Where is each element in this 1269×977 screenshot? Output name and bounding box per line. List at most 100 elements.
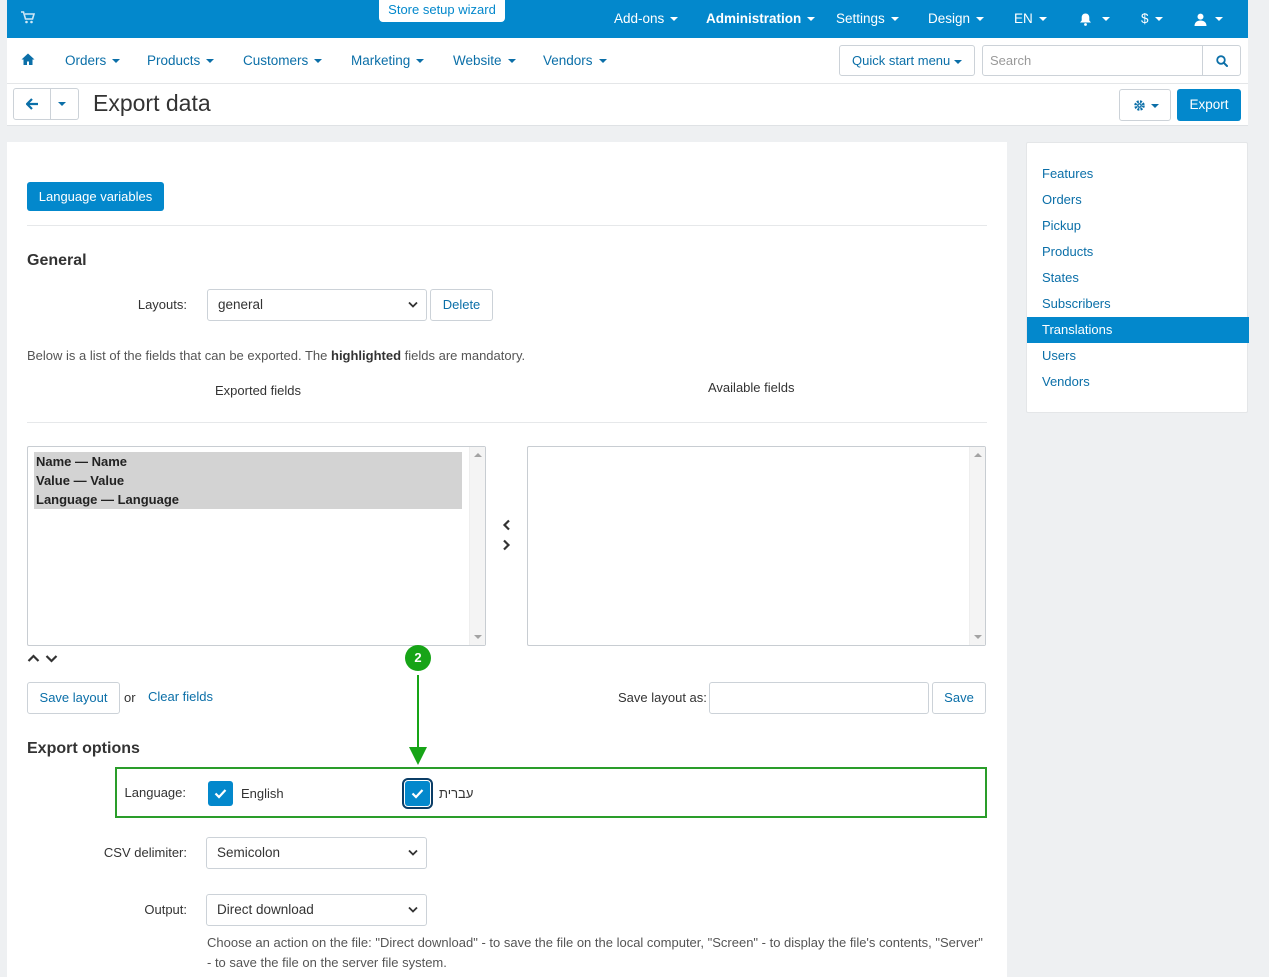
user-menu[interactable]: [1194, 0, 1223, 38]
store-setup-wizard-button[interactable]: Store setup wizard: [379, 0, 505, 22]
chevron-down-icon: [890, 17, 899, 22]
back-dropdown-button[interactable]: [51, 88, 79, 120]
currency-menu[interactable]: $: [1141, 0, 1163, 38]
chevron-down-icon: [1215, 17, 1223, 22]
sidebar-item-translations[interactable]: Translations: [1027, 317, 1249, 343]
language-label: Language:: [124, 785, 186, 800]
available-fields-header: Available fields: [708, 380, 795, 395]
export-options-title: Export options: [27, 740, 140, 757]
chevron-down-icon: [1151, 104, 1159, 108]
layouts-select[interactable]: general: [207, 289, 427, 321]
sidebar-item-pickup[interactable]: Pickup: [1027, 213, 1249, 239]
available-fields-list[interactable]: [527, 446, 986, 646]
list-item[interactable]: Value — Value: [34, 471, 462, 490]
nav-customers[interactable]: Customers: [243, 38, 323, 84]
language-options-highlight: Language: English עברית: [115, 767, 987, 818]
nav-products-label: Products: [147, 53, 201, 68]
addons-menu[interactable]: Add-ons: [614, 0, 679, 38]
list-item[interactable]: Name — Name: [34, 452, 462, 471]
clear-fields-link[interactable]: Clear fields: [148, 689, 213, 704]
quick-start-menu-label: Quick start menu: [852, 53, 951, 68]
scroll-up-icon: [974, 453, 982, 457]
sidebar-item-vendors[interactable]: Vendors: [1027, 369, 1249, 395]
chevron-down-icon: [58, 102, 66, 106]
chevron-down-icon: [954, 59, 963, 64]
export-sections-sidebar: Features Orders Pickup Products States S…: [1026, 142, 1249, 413]
nav-orders-label: Orders: [65, 53, 107, 68]
language-menu-label: EN: [1014, 11, 1033, 26]
sidebar-item-features[interactable]: Features: [1027, 161, 1249, 187]
main-nav: Orders Products Customers Marketing Webs…: [7, 38, 1248, 84]
title-bar: Export data Export: [7, 84, 1248, 126]
layouts-select-value: general: [218, 297, 264, 312]
move-right-icon[interactable]: [502, 539, 511, 554]
home-icon[interactable]: [21, 53, 35, 68]
annotation-arrow-line: [417, 675, 419, 751]
back-button[interactable]: [13, 88, 51, 120]
nav-orders[interactable]: Orders: [65, 38, 121, 84]
general-section-title: General: [27, 252, 87, 269]
settings-menu[interactable]: Settings: [836, 0, 899, 38]
nav-products[interactable]: Products: [147, 38, 215, 84]
notifications-menu[interactable]: [1079, 0, 1110, 38]
sidebar-item-subscribers[interactable]: Subscribers: [1027, 291, 1249, 317]
sidebar-item-orders[interactable]: Orders: [1027, 187, 1249, 213]
page-title: Export data: [93, 90, 211, 116]
fields-info-text: Below is a list of the fields that can b…: [27, 348, 525, 363]
save-layout-button[interactable]: Save layout: [27, 682, 120, 714]
chevron-down-icon: [1154, 17, 1163, 22]
chevron-down-icon: [507, 59, 516, 64]
csv-delimiter-select[interactable]: Semicolon: [206, 837, 427, 869]
hebrew-checkbox[interactable]: [402, 778, 433, 809]
bell-icon: [1080, 13, 1091, 26]
chevron-down-icon: [408, 906, 418, 913]
arrow-left-icon: [26, 98, 38, 110]
delete-layout-button[interactable]: Delete: [430, 289, 493, 321]
chevron-down-icon: [807, 17, 816, 22]
sidebar-item-products[interactable]: Products: [1027, 239, 1249, 265]
save-button[interactable]: Save: [932, 682, 986, 714]
move-up-icon[interactable]: [27, 651, 40, 666]
design-menu[interactable]: Design: [928, 0, 985, 38]
cart-icon[interactable]: [21, 11, 36, 27]
check-icon: [214, 789, 227, 799]
chevron-down-icon: [598, 59, 607, 64]
exported-fields-header: Exported fields: [215, 383, 301, 398]
sidebar-item-users[interactable]: Users: [1027, 343, 1249, 369]
nav-vendors-label: Vendors: [543, 53, 593, 68]
exported-fields-list[interactable]: Name — Name Value — Value Language — Lan…: [27, 446, 486, 646]
or-text: or: [124, 690, 136, 705]
layout-name-input[interactable]: [709, 682, 929, 714]
english-checkbox[interactable]: [208, 781, 233, 806]
settings-dropdown-button[interactable]: [1119, 89, 1171, 121]
export-button[interactable]: Export: [1177, 89, 1241, 121]
nav-vendors[interactable]: Vendors: [543, 38, 607, 84]
scroll-up-icon: [474, 453, 482, 457]
output-select[interactable]: Direct download: [206, 894, 427, 926]
language-menu[interactable]: EN: [1014, 0, 1047, 38]
output-label: Output:: [144, 902, 187, 917]
divider: [27, 225, 987, 226]
output-select-value: Direct download: [217, 902, 314, 917]
tab-language-variables[interactable]: Language variables: [27, 182, 164, 211]
move-down-icon[interactable]: [45, 651, 58, 666]
nav-website-label: Website: [453, 53, 502, 68]
search-input[interactable]: [982, 45, 1203, 76]
sidebar-item-states[interactable]: States: [1027, 265, 1249, 291]
info-text-suffix: fields are mandatory.: [401, 348, 526, 363]
chevron-down-icon: [408, 849, 418, 856]
nav-marketing[interactable]: Marketing: [351, 38, 425, 84]
output-help-text: Choose an action on the file: "Direct do…: [207, 935, 983, 970]
quick-start-menu-button[interactable]: Quick start menu: [839, 45, 975, 76]
nav-website[interactable]: Website: [453, 38, 516, 84]
info-text-prefix: Below is a list of the fields that can b…: [27, 348, 331, 363]
hebrew-option-label: עברית: [439, 786, 474, 801]
scrollbar[interactable]: [969, 447, 985, 645]
search-button[interactable]: [1202, 45, 1241, 76]
list-item[interactable]: Language — Language: [34, 490, 462, 509]
move-left-icon[interactable]: [502, 519, 511, 534]
save-layout-as-label: Save layout as:: [618, 690, 707, 705]
administration-menu[interactable]: Administration: [706, 0, 816, 38]
scrollbar[interactable]: [469, 447, 485, 645]
export-form: Language variables General Layouts: gene…: [7, 142, 1007, 977]
